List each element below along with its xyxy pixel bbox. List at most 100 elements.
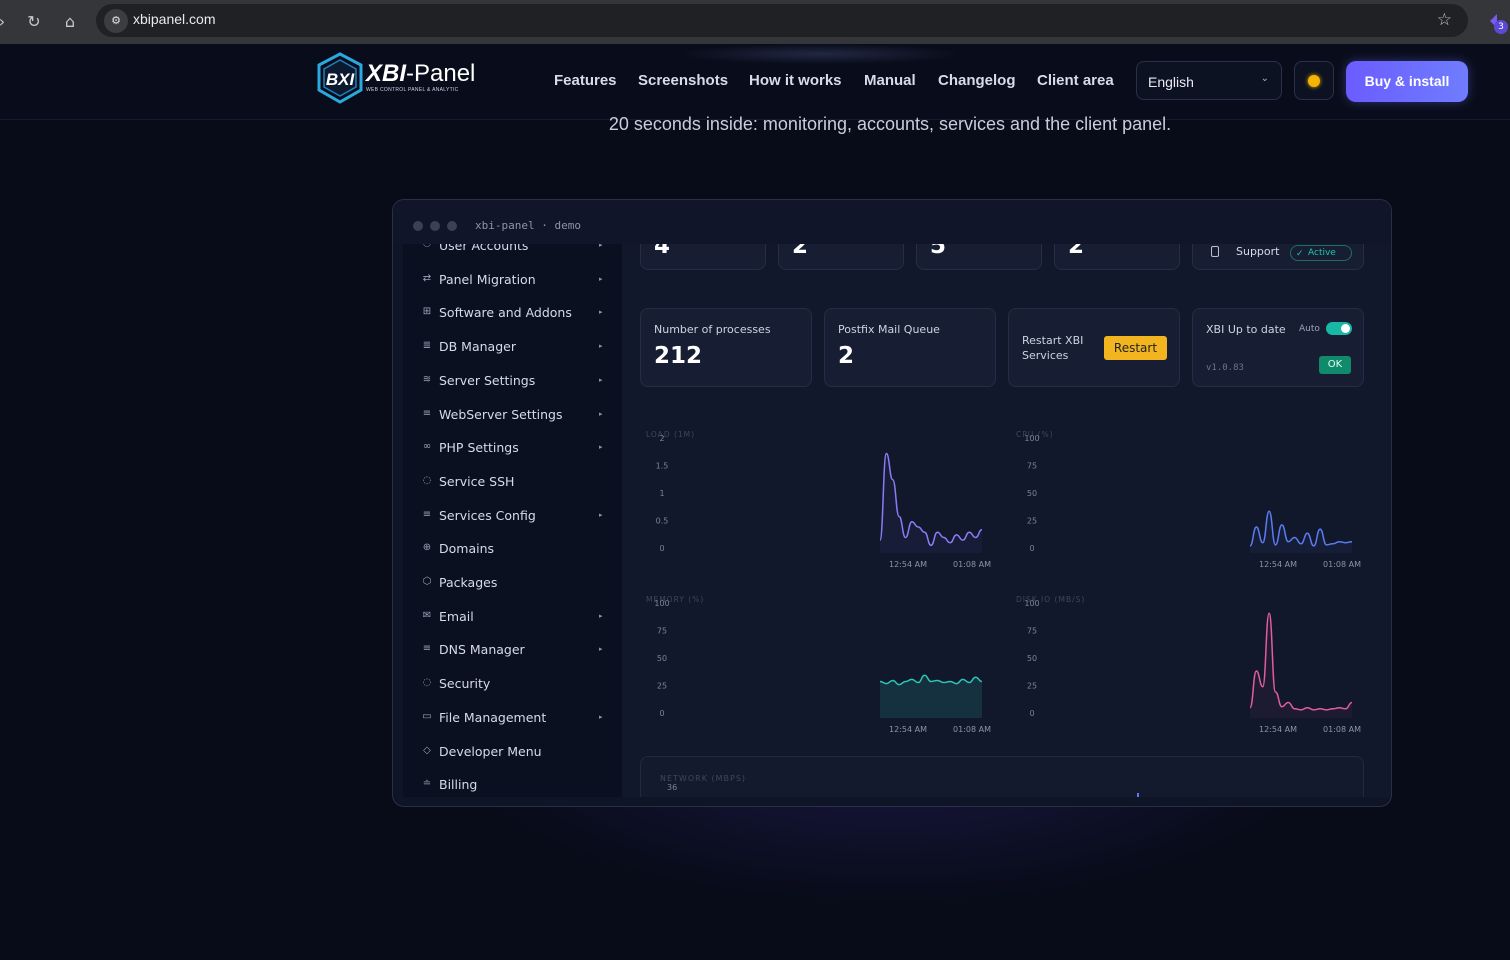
theme-toggle-button[interactable] — [1294, 61, 1334, 100]
shield-icon: ◌ — [422, 474, 432, 486]
network-chart-card: NETWORK (MBPS) 36 — [640, 756, 1364, 797]
nav-screenshots[interactable]: Screenshots — [638, 72, 728, 89]
home-icon[interactable]: ⌂ — [58, 10, 82, 34]
sidebar-item-email[interactable]: ✉ Email ▸ — [403, 603, 622, 631]
restart-label-line2: Services — [1022, 349, 1069, 362]
y-tick-label: 25 — [1027, 682, 1037, 691]
address-bar[interactable]: ⚙ xbipanel.com ☆ — [96, 4, 1468, 37]
y-tick-label: 1 — [659, 489, 664, 498]
menu-icon: ≡ — [422, 407, 432, 419]
chevron-right-icon: ▸ — [599, 712, 603, 721]
nav-client-area[interactable]: Client area — [1037, 72, 1114, 89]
grid-icon: ⊞ — [422, 306, 432, 318]
stat-card-value: 2 — [792, 244, 809, 259]
network-chart-title: NETWORK (MBPS) — [660, 774, 747, 783]
bookmark-star-icon[interactable]: ☆ — [1437, 10, 1452, 30]
update-label: XBI Up to date — [1206, 323, 1286, 336]
sidebar-item-file-management[interactable]: ▭ File Management ▸ — [403, 704, 622, 732]
chevron-right-icon: ▸ — [599, 244, 603, 249]
brand-name[interactable]: XBI-Panel — [366, 60, 475, 88]
sidebar-item-label: Panel Migration — [439, 271, 536, 287]
x-tick-label: 12:54 AM — [889, 725, 927, 734]
sidebar-item-db-manager[interactable]: ≣ DB Manager ▸ — [403, 333, 622, 361]
nav-how-it-works[interactable]: How it works — [749, 72, 842, 89]
code-icon: ◇ — [423, 744, 431, 756]
reload-icon[interactable]: ↻ — [22, 10, 46, 34]
auto-update-toggle[interactable] — [1326, 322, 1352, 335]
load-chart: LOAD (1M)2 1.5 1 0.5 0 12:54 AM 01:08 AM — [646, 430, 991, 569]
sidebar-item-php-settings[interactable]: ∞ PHP Settings ▸ — [403, 434, 622, 462]
y-tick-label: 50 — [657, 654, 667, 663]
chevron-right-icon: ▸ — [599, 308, 603, 317]
language-select[interactable]: English ⌄ — [1136, 61, 1282, 100]
chevron-right-icon: ▸ — [599, 611, 603, 620]
sidebar-item-software-and-addons[interactable]: ⊞ Software and Addons ▸ — [403, 299, 622, 327]
folder-icon: ▭ — [422, 710, 432, 722]
y-tick-label: 25 — [657, 682, 667, 691]
restart-card: Restart XBI Services Restart — [1008, 308, 1180, 387]
y-tick-label: 0 — [659, 709, 664, 718]
nav-changelog[interactable]: Changelog — [938, 72, 1016, 89]
sidebar-item-developer-menu[interactable]: ◇ Developer Menu — [403, 738, 622, 766]
y-tick-label: 100 — [654, 599, 669, 608]
sidebar-item-packages[interactable]: ⬡ Packages — [403, 569, 622, 597]
sidebar-item-label: Software and Addons — [439, 305, 572, 321]
stat-card-1: 4 — [640, 244, 766, 270]
processes-label: Number of processes — [654, 323, 771, 336]
ok-badge[interactable]: OK — [1319, 356, 1351, 374]
y-tick-label: 100 — [1024, 599, 1039, 608]
demo-window-title: xbi-panel · demo — [475, 219, 581, 232]
browser-toolbar: › ↻ ⌂ ⚙ xbipanel.com ☆ 3 — [0, 0, 1510, 44]
nav-manual[interactable]: Manual — [864, 72, 916, 89]
sidebar-item-panel-migration[interactable]: ⇄ Panel Migration ▸ — [403, 266, 622, 294]
billing-icon: ≐ — [422, 778, 432, 790]
processes-card: Number of processes 212 — [640, 308, 812, 387]
restart-button[interactable]: Restart — [1104, 336, 1167, 360]
site-header: BXI XBI-Panel WEB CONTROL PANEL & ANALYT… — [0, 44, 1510, 120]
chart-title: LOAD (1M) — [646, 430, 695, 439]
sidebar-item-label: Security — [439, 676, 491, 692]
dns-icon: ≡ — [422, 643, 432, 655]
cpu-chart: CPU (%)100755025012:54 AM 01:08 AM — [1016, 430, 1361, 569]
x-tick-label: 01:08 AM — [1323, 725, 1361, 734]
url-text[interactable]: xbipanel.com — [133, 11, 216, 27]
nav-features[interactable]: Features — [554, 72, 617, 89]
processes-value: 212 — [654, 343, 703, 369]
sidebar-item-label: Billing — [439, 777, 478, 793]
sidebar-item-label: Packages — [439, 575, 498, 590]
memory-chart: MEMORY (%)100755025012:54 AM 01:08 AM — [646, 595, 991, 734]
buy-install-button[interactable]: Buy & install — [1346, 61, 1468, 102]
sidebar-item-billing[interactable]: ≐ Billing — [403, 771, 622, 797]
y-tick-label: 25 — [1027, 517, 1037, 526]
sidebar-item-services-config[interactable]: ≡ Services Config ▸ — [403, 502, 622, 530]
device-icon — [1211, 246, 1219, 257]
sidebar-item-security[interactable]: ◌ Security — [403, 670, 622, 698]
sidebar-item-domains[interactable]: ⊕ Domains — [403, 535, 622, 563]
sidebar-item-dns-manager[interactable]: ≡ DNS Manager ▸ — [403, 636, 622, 664]
site-settings-icon[interactable]: ⚙ — [104, 9, 128, 33]
chevron-right-icon: ▸ — [599, 375, 603, 384]
y-tick-label: 50 — [1027, 654, 1037, 663]
series-area — [880, 453, 982, 553]
x-tick-label: 12:54 AM — [1259, 725, 1297, 734]
logo-letters: BXI — [326, 70, 356, 89]
sidebar-item-service-ssh[interactable]: ◌ Service SSH — [403, 468, 622, 496]
sidebar-item-user-accounts[interactable]: ⚇ User Accounts ▸ — [403, 244, 622, 260]
sidebar-item-server-settings[interactable]: ≋ Server Settings ▸ — [403, 367, 622, 395]
mail-queue-card: Postfix Mail Queue 2 — [824, 308, 996, 387]
php-icon: ∞ — [422, 441, 432, 453]
sidebar-item-label: Server Settings — [439, 372, 536, 388]
chevron-right-icon: ▸ — [599, 409, 603, 418]
migration-icon: ⇄ — [422, 272, 432, 284]
back-icon[interactable]: › — [0, 10, 14, 34]
x-tick-label: 01:08 AM — [1323, 560, 1361, 569]
window-dot-close — [413, 221, 423, 231]
sidebar-item-webserver-settings[interactable]: ≡ WebServer Settings ▸ — [403, 401, 622, 429]
demo-sidebar: ⚇ User Accounts ▸ ⇄ Panel Migration ▸ ⊞ Softwar… — [403, 244, 622, 797]
xbi-logo-icon[interactable]: BXI — [316, 52, 364, 104]
stat-card-value: 2 — [1068, 244, 1085, 259]
brand-suffix: -Panel — [406, 60, 476, 87]
demo-main: 4 2 5 2 Support ✓ Active Number of proces… — [622, 244, 1391, 797]
y-tick-label: 100 — [1024, 434, 1039, 443]
hero-subtitle: 20 seconds inside: monitoring, accounts,… — [608, 114, 1172, 134]
